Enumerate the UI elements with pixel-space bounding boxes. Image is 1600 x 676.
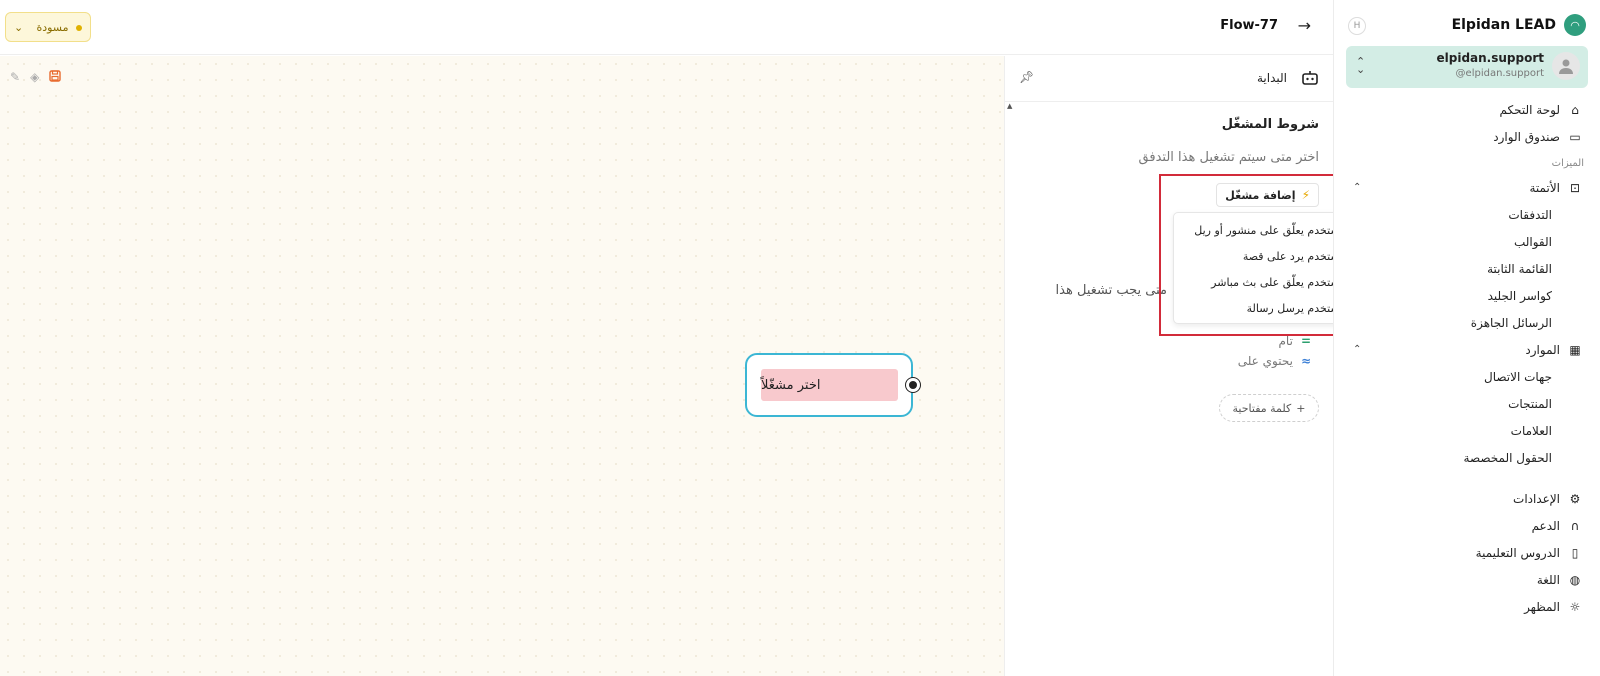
back-arrow-icon[interactable]: → <box>1298 16 1311 35</box>
chevron-up-icon: ⌃ <box>1353 182 1362 193</box>
canvas-toolbar: ✎ ◈ <box>10 70 61 85</box>
account-switcher[interactable]: elpidan.support @elpidan.support ⌃ ⌄ <box>1346 46 1588 88</box>
sidebar-item-label: الإعدادات <box>1513 491 1560 506</box>
node-settings-panel: البداية 📌︎ ▲ شروط المشغّل اختر متى سيتم … <box>1004 56 1333 676</box>
scroll-up-icon[interactable]: ▲ <box>1007 102 1012 110</box>
sidebar-item-label: الدروس التعليمية <box>1475 545 1560 560</box>
match-contains-label: يحتوي على <box>1237 354 1293 368</box>
brand: ◠ Elpidan LEAD <box>1452 14 1586 36</box>
pin-icon[interactable]: 📌︎ <box>1019 70 1034 84</box>
sidebar-item-language[interactable]: ◍ اللغة <box>1333 566 1600 593</box>
sidebar-item-flows[interactable]: التدفقات <box>1333 201 1600 228</box>
account-handle: @elpidan.support <box>1455 68 1544 79</box>
top-bar: مسودة ⌄ Flow-77 → <box>0 0 1333 55</box>
globe-icon: ◍ <box>1569 572 1581 587</box>
add-trigger-button[interactable]: ⚡︎ إضافة مشغّل <box>1216 183 1319 207</box>
sidebar-item-inbox[interactable]: ▭ صندوق الوارد <box>1333 123 1600 150</box>
account-username: elpidan.support <box>1436 51 1544 65</box>
robot-icon: ⊡ <box>1569 180 1581 195</box>
logo-icon: ◠ <box>1564 14 1586 36</box>
book-icon: ▯ <box>1571 545 1579 560</box>
sidebar-item-products[interactable]: المنتجات <box>1333 390 1600 417</box>
add-keyword-label: كلمة مفتاحية <box>1232 401 1292 415</box>
sidebar-item-support[interactable]: ∩ الدعم <box>1333 512 1600 539</box>
panel-title: البداية <box>1256 71 1287 85</box>
brand-name: Elpidan LEAD <box>1451 17 1556 33</box>
sidebar-item-automation[interactable]: ⊡ الأتمتة ⌃ <box>1333 174 1600 201</box>
sidebar-item-templates[interactable]: القوالب <box>1333 228 1600 255</box>
robot-icon <box>1301 69 1319 91</box>
sidebar-item-tutorials[interactable]: ▯ الدروس التعليمية <box>1333 539 1600 566</box>
section-label-features: الميزات <box>1551 158 1584 169</box>
chevron-up-icon: ⌃ <box>1353 344 1362 355</box>
sidebar-item-canned-replies[interactable]: الرسائل الجاهزة <box>1333 309 1600 336</box>
status-dropdown[interactable]: مسودة ⌄ <box>5 12 91 42</box>
node-output-port[interactable] <box>906 378 920 392</box>
node-label: اختر مشغّلاً <box>761 377 821 393</box>
sidebar-item-dashboard[interactable]: ⌂ لوحة التحكم <box>1333 96 1600 123</box>
partial-description: متى يجب تشغيل هذا <box>1055 283 1167 298</box>
trigger-conditions-title: شروط المشغّل <box>1221 117 1319 132</box>
sidebar-item-settings[interactable]: ⚙︎ الإعدادات <box>1333 485 1600 512</box>
status-dot <box>76 24 82 31</box>
approx-icon: ≈ <box>1300 354 1311 368</box>
sidebar: ◠ Elpidan LEAD H elpidan.support @elpida… <box>1333 0 1600 676</box>
flow-canvas[interactable]: ✎ ◈ اختر مشغّلاً <box>0 56 1004 676</box>
sidebar-item-contacts[interactable]: جهات الاتصال <box>1333 363 1600 390</box>
building-icon: ▦ <box>1569 342 1581 357</box>
sidebar-item-persistent-menu[interactable]: القائمة الثابتة <box>1333 255 1600 282</box>
match-exact-option[interactable]: = تام <box>1279 334 1312 348</box>
sidebar-item-label: صندوق الوارد <box>1493 129 1560 144</box>
save-icon[interactable] <box>49 70 61 85</box>
chevron-down-icon: ⌄ <box>14 20 24 34</box>
status-label: مسودة <box>36 20 69 34</box>
sidebar-item-custom-fields[interactable]: الحقول المخصصة <box>1333 444 1600 471</box>
trigger-conditions-subtitle: اختر متى سيتم تشغيل هذا التدفق <box>1138 150 1319 165</box>
layers-icon[interactable]: ◈ <box>30 70 39 85</box>
sidebar-item-label: المظهر <box>1524 599 1560 614</box>
choose-trigger-chip[interactable]: اختر مشغّلاً <box>761 369 898 401</box>
match-contains-option[interactable]: ≈ يحتوي على <box>1238 354 1311 368</box>
sun-icon: ☼ <box>1569 599 1581 614</box>
sidebar-item-appearance[interactable]: ☼ المظهر <box>1333 593 1600 620</box>
sidebar-item-label: الأتمتة <box>1529 180 1560 195</box>
inbox-icon: ▭ <box>1569 129 1581 144</box>
sidebar-item-label: الموارد <box>1525 342 1560 357</box>
flow-title: Flow-77 <box>1220 18 1278 33</box>
bolt-icon: ⚡︎ <box>1301 188 1310 202</box>
sidebar-item-tags[interactable]: العلامات <box>1333 417 1600 444</box>
sidebar-item-label: لوحة التحكم <box>1499 102 1561 117</box>
sidebar-item-label: اللغة <box>1536 572 1560 587</box>
avatar <box>1552 52 1580 80</box>
sidebar-nav: ⌂ لوحة التحكم ▭ صندوق الوارد الميزات ⊡ ا… <box>1333 96 1600 620</box>
panel-header: البداية 📌︎ <box>1005 56 1333 102</box>
add-trigger-label: إضافة مشغّل <box>1225 188 1296 202</box>
sidebar-item-ice-breakers[interactable]: كواسر الجليد <box>1333 282 1600 309</box>
sidebar-item-resources[interactable]: ▦ الموارد ⌃ <box>1333 336 1600 363</box>
gear-icon: ⚙︎ <box>1569 491 1581 506</box>
add-keyword-button[interactable]: + كلمة مفتاحية <box>1219 394 1319 422</box>
equals-icon: = <box>1300 334 1311 348</box>
start-node[interactable]: اختر مشغّلاً <box>745 353 920 417</box>
home-icon: ⌂ <box>1571 102 1579 117</box>
collapse-sidebar-button[interactable]: H <box>1348 17 1366 35</box>
sidebar-item-label: الدعم <box>1531 518 1560 533</box>
match-exact-label: تام <box>1278 334 1293 348</box>
plus-icon: + <box>1296 401 1306 415</box>
chevron-up-down-icon: ⌃ ⌄ <box>1356 55 1366 76</box>
headset-icon: ∩ <box>1570 518 1580 533</box>
magic-wand-icon[interactable]: ✎ <box>10 70 20 85</box>
